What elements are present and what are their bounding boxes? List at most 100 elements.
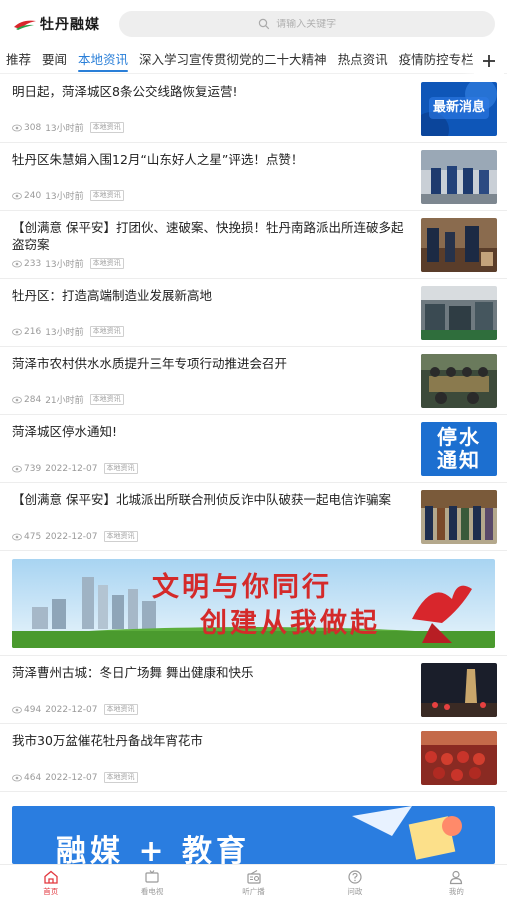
publish-time: 13小时前 bbox=[45, 328, 84, 338]
tv-icon bbox=[145, 869, 159, 883]
publish-time: 2022-12-07 bbox=[45, 704, 98, 715]
news-item[interactable]: 我市30万盆催花牡丹备战年宵花市 464 2022-12-07 本地资讯 bbox=[0, 724, 507, 792]
publish-time: 13小时前 bbox=[45, 260, 84, 270]
nav-home[interactable]: 首页 bbox=[0, 865, 101, 900]
app-logo: 牡丹融媒 bbox=[12, 9, 111, 39]
publish-time: 2022-12-07 bbox=[45, 772, 98, 783]
publish-time: 2022-12-07 bbox=[45, 463, 98, 474]
news-item[interactable]: 菏泽曹州古城：冬日广场舞 舞出健康和快乐 494 2022-12-07 本地资讯 bbox=[0, 656, 507, 724]
publish-time: 13小时前 bbox=[45, 124, 84, 134]
view-count: 216 bbox=[24, 326, 42, 337]
news-item[interactable]: 【创满意 保平安】北城派出所联合刑侦反诈中队破获一起电信诈骗案 475 2022… bbox=[0, 483, 507, 551]
nav-profile[interactable]: 我的 bbox=[406, 865, 507, 900]
thumbnail-caption: 最新消息 bbox=[432, 100, 485, 115]
nav-label: 我的 bbox=[448, 886, 464, 896]
tab-local-news[interactable]: 本地资讯 bbox=[78, 48, 129, 74]
view-count: 739 bbox=[24, 463, 42, 474]
eye-icon bbox=[12, 124, 22, 131]
view-count: 475 bbox=[24, 531, 42, 542]
app-header: 牡丹融媒 bbox=[0, 0, 507, 48]
news-thumbnail bbox=[421, 354, 497, 408]
category-badge: 本地资讯 bbox=[89, 326, 124, 337]
nav-inquiry[interactable]: 问政 bbox=[304, 865, 405, 900]
education-banner[interactable]: 融媒 + 教育 bbox=[12, 806, 495, 864]
tab-epidemic[interactable]: 疫情防控专栏 bbox=[399, 48, 474, 74]
news-title: 菏泽曹州古城：冬日广场舞 舞出健康和快乐 bbox=[12, 665, 254, 680]
eye-icon bbox=[12, 328, 22, 335]
news-item[interactable]: 【创满意 保平安】打团伙、速破案、快挽损！牡丹南路派出所连破多起盗窃案 233 … bbox=[0, 211, 507, 279]
nav-label: 看电视 bbox=[140, 886, 164, 896]
tab-scroll[interactable]: 推荐 要闻 本地资讯 深入学习宣传贯彻党的二十大精神 热点资讯 疫情防控专栏 bbox=[0, 48, 474, 74]
view-count: 240 bbox=[24, 190, 42, 201]
category-badge: 本地资讯 bbox=[89, 122, 124, 133]
category-badge: 本地资讯 bbox=[103, 531, 138, 542]
add-channel-button[interactable] bbox=[474, 47, 504, 74]
news-meta: 233 13小时前 本地资讯 bbox=[12, 257, 124, 270]
news-thumbnail: 停水通知 bbox=[421, 422, 497, 476]
eye-icon bbox=[12, 533, 22, 540]
search-bar[interactable] bbox=[119, 11, 495, 37]
news-thumbnail bbox=[421, 218, 497, 272]
category-badge: 本地资讯 bbox=[103, 463, 138, 474]
eye-icon bbox=[12, 465, 22, 472]
banner-slogan-1: 文明与你同行 bbox=[152, 572, 332, 603]
category-badge: 本地资讯 bbox=[89, 394, 124, 405]
news-meta: 739 2022-12-07 本地资讯 bbox=[12, 463, 138, 474]
bottom-navigation: 首页 看电视 听广播 问政 我的 bbox=[0, 864, 507, 900]
banner-image: 文明与你同行 创建从我做起 bbox=[12, 559, 495, 648]
news-title: 牡丹区：打造高端制造业发展新高地 bbox=[12, 288, 213, 303]
news-feed: 明日起，菏泽城区8条公交线路恢复运营! 308 13小时前 本地资讯 最新消息 … bbox=[0, 75, 507, 792]
tab-recommend[interactable]: 推荐 bbox=[6, 48, 31, 74]
publish-time: 13小时前 bbox=[45, 192, 84, 202]
category-badge: 本地资讯 bbox=[89, 190, 124, 201]
view-count: 494 bbox=[24, 704, 42, 715]
news-item[interactable]: 菏泽城区停水通知! 739 2022-12-07 本地资讯 停水通知 bbox=[0, 415, 507, 483]
category-badge: 本地资讯 bbox=[103, 772, 138, 783]
nav-label: 听广播 bbox=[242, 886, 265, 896]
user-icon bbox=[450, 870, 463, 884]
tab-hot-news[interactable]: 热点资讯 bbox=[338, 48, 388, 74]
plus-icon bbox=[483, 54, 495, 67]
news-meta: 308 13小时前 本地资讯 bbox=[12, 121, 124, 134]
news-meta: 464 2022-12-07 本地资讯 bbox=[12, 772, 138, 783]
eye-icon bbox=[12, 192, 22, 199]
eye-icon bbox=[12, 260, 22, 267]
question-icon bbox=[348, 869, 362, 884]
news-thumbnail bbox=[421, 286, 497, 340]
logo-text: 牡丹融媒 bbox=[40, 17, 100, 33]
news-title: 【创满意 保平安】北城派出所联合刑侦反诈中队破获一起电信诈骗案 bbox=[12, 492, 391, 507]
civilization-banner[interactable]: 文明与你同行 创建从我做起 bbox=[0, 551, 507, 656]
banner-slogan-2: 创建从我做起 bbox=[200, 608, 380, 639]
search-input[interactable] bbox=[276, 18, 357, 30]
view-count: 308 bbox=[24, 122, 42, 133]
radio-icon bbox=[246, 869, 261, 884]
publish-time: 2022-12-07 bbox=[45, 531, 98, 542]
news-item[interactable]: 牡丹区：打造高端制造业发展新高地 216 13小时前 本地资讯 bbox=[0, 279, 507, 347]
news-title: 我市30万盆催花牡丹备战年宵花市 bbox=[12, 733, 203, 748]
news-item[interactable]: 明日起，菏泽城区8条公交线路恢复运营! 308 13小时前 本地资讯 最新消息 bbox=[0, 75, 507, 143]
logo-mark-icon bbox=[14, 20, 36, 30]
nav-tv[interactable]: 看电视 bbox=[101, 865, 202, 900]
nav-radio[interactable]: 听广播 bbox=[203, 865, 304, 900]
news-meta: 216 13小时前 本地资讯 bbox=[12, 325, 124, 338]
news-title: 菏泽市农村供水水质提升三年专项行动推进会召开 bbox=[12, 356, 288, 371]
search-icon bbox=[258, 18, 270, 30]
news-thumbnail bbox=[421, 731, 497, 785]
news-title: 明日起，菏泽城区8条公交线路恢复运营! bbox=[12, 84, 238, 99]
home-icon bbox=[44, 870, 58, 884]
news-meta: 284 21小时前 本地资讯 bbox=[12, 393, 124, 406]
eye-icon bbox=[12, 706, 22, 713]
view-count: 464 bbox=[24, 772, 42, 783]
tab-headlines[interactable]: 要闻 bbox=[42, 48, 67, 74]
category-badge: 本地资讯 bbox=[89, 258, 124, 269]
view-count: 233 bbox=[24, 258, 42, 269]
news-item[interactable]: 牡丹区朱慧娟入围12月“山东好人之星”评选！点赞！ 240 13小时前 本地资讯 bbox=[0, 143, 507, 211]
news-title: 【创满意 保平安】打团伙、速破案、快挽损！牡丹南路派出所连破多起盗窃案 bbox=[12, 220, 404, 252]
nav-label: 问政 bbox=[347, 886, 363, 896]
banner-title: 融媒 + 教育 bbox=[56, 834, 251, 864]
news-item[interactable]: 菏泽市农村供水水质提升三年专项行动推进会召开 284 21小时前 本地资讯 bbox=[0, 347, 507, 415]
view-count: 284 bbox=[24, 394, 42, 405]
tab-twentieth-congress[interactable]: 深入学习宣传贯彻党的二十大精神 bbox=[139, 48, 327, 74]
channel-tabs: 推荐 要闻 本地资讯 深入学习宣传贯彻党的二十大精神 热点资讯 疫情防控专栏 bbox=[0, 47, 507, 74]
news-title: 菏泽城区停水通知! bbox=[12, 424, 118, 439]
